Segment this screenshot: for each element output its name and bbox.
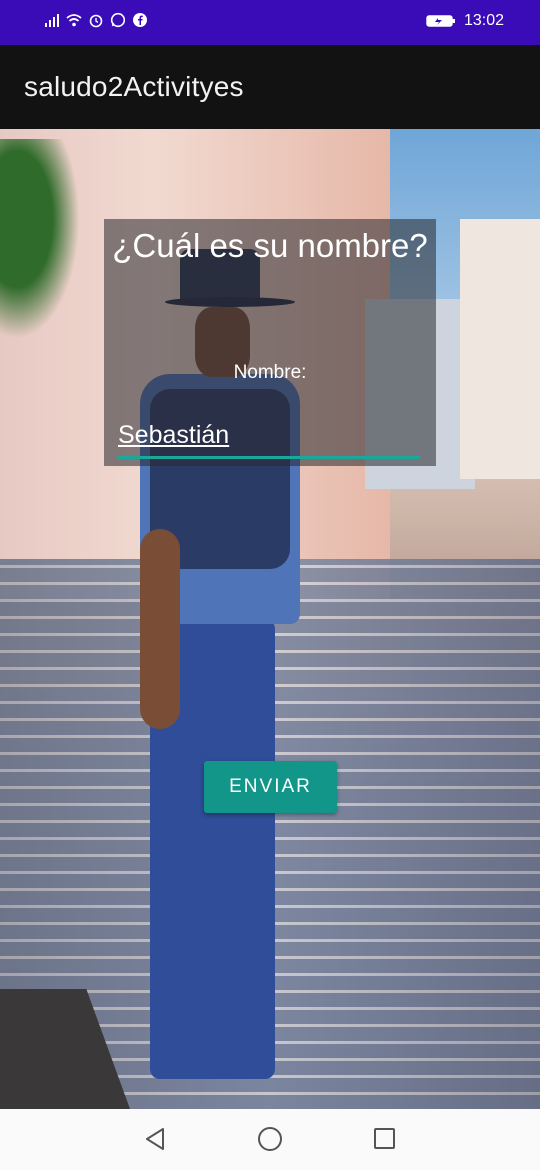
dialog-title: ¿Cuál es su nombre? xyxy=(112,227,428,264)
navigation-bar xyxy=(0,1109,540,1170)
alarm-icon xyxy=(89,14,103,28)
back-icon[interactable] xyxy=(144,1127,166,1151)
status-time: 13:02 xyxy=(463,12,504,29)
photo-building-right xyxy=(460,219,540,479)
photo-palm xyxy=(0,139,80,339)
battery-charging-icon xyxy=(426,15,455,27)
whatsapp-icon xyxy=(110,12,126,28)
recents-icon[interactable] xyxy=(374,1128,395,1149)
facebook-icon xyxy=(133,13,147,27)
app-title: saludo2Activityes xyxy=(24,71,244,102)
app-bar: saludo2Activityes xyxy=(0,45,540,129)
home-icon[interactable] xyxy=(258,1127,282,1151)
name-label: Nombre: xyxy=(233,362,307,383)
send-button[interactable]: ENVIAR xyxy=(204,761,337,813)
status-icons-right: 13:02 xyxy=(426,12,504,30)
status-bar: 13:02 xyxy=(0,0,540,45)
status-icons-left xyxy=(44,12,148,28)
officer-arm xyxy=(140,529,180,729)
wifi-icon xyxy=(66,14,82,27)
signal-icon xyxy=(45,14,59,27)
name-input[interactable] xyxy=(118,414,420,459)
